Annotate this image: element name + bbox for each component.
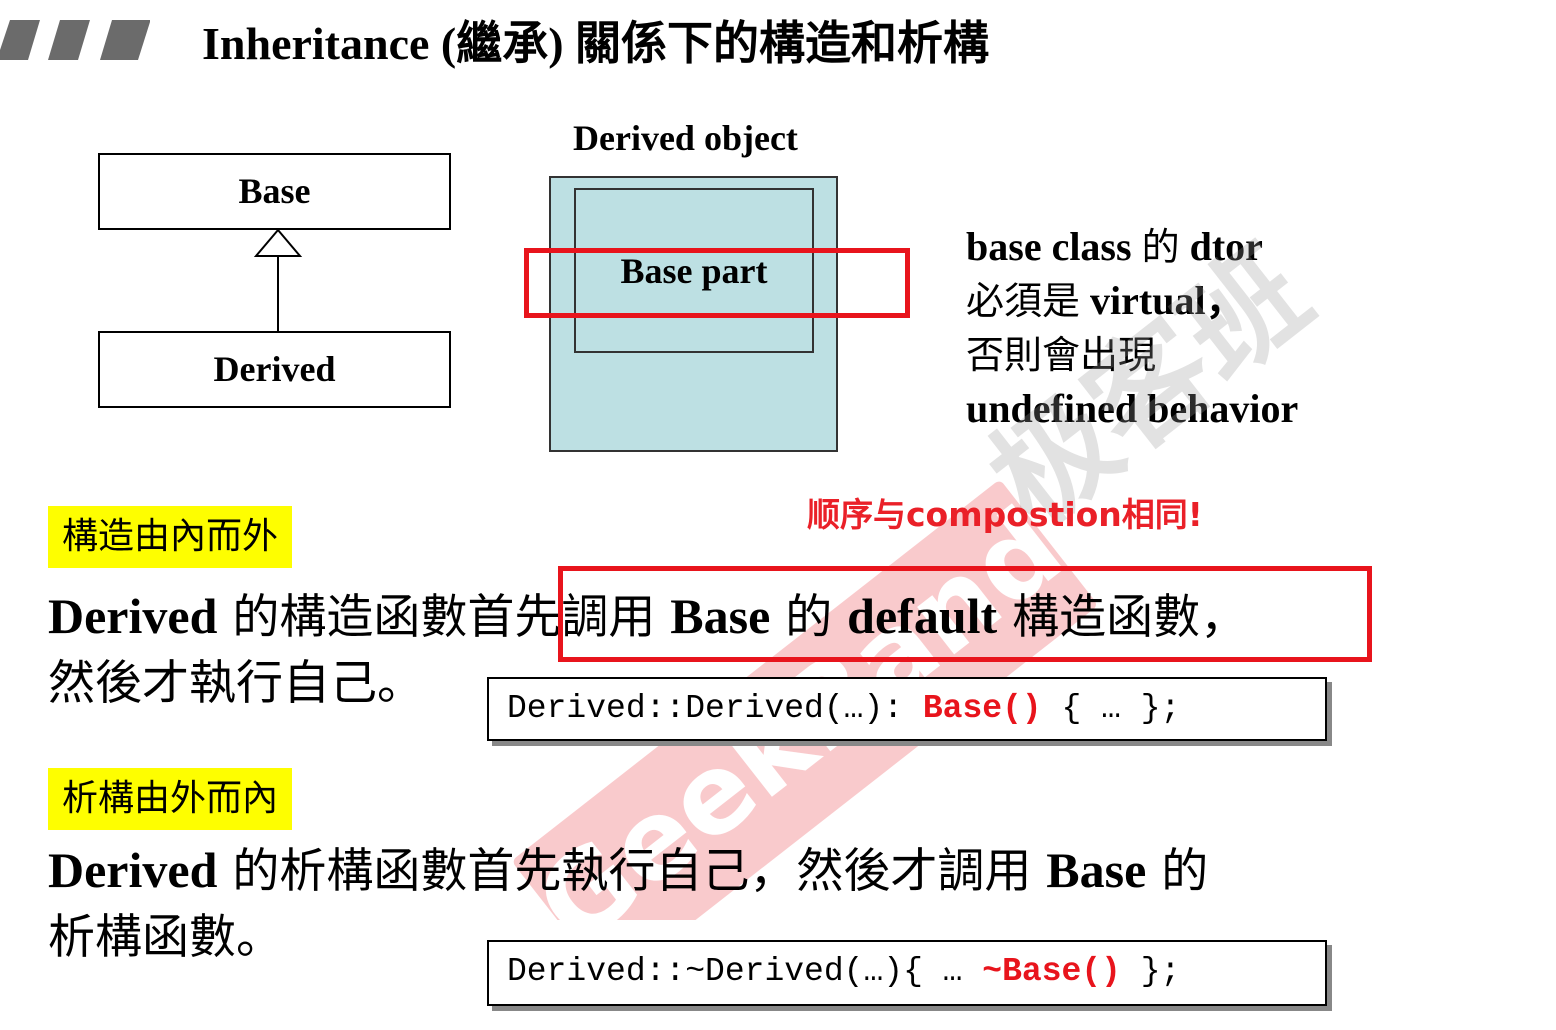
ctor-highlight (558, 566, 1372, 662)
code-text: Derived::~Derived(…){ … (507, 953, 983, 990)
note-text: virtual， (1080, 278, 1246, 323)
dtor-text: Base (1046, 842, 1147, 898)
code-text: { … }; (1041, 690, 1181, 727)
dtor-text: 的析構函數首先執行自己，然後才調用 (217, 844, 1047, 899)
note-text: 的 (1141, 225, 1180, 269)
ctor-text: Derived (48, 588, 218, 644)
code-text: Derived::Derived(…): (507, 690, 923, 727)
base-part-highlight (524, 248, 910, 318)
uml-derived-class: Derived (98, 331, 451, 408)
note-text: dtor (1179, 224, 1263, 269)
dtor-text: 的 (1146, 844, 1209, 899)
ctor-text: 然後才執行自己。 (48, 656, 424, 711)
page-title: Inheritance (繼承) 關係下的構造和析構 (202, 18, 990, 69)
code-base-call: ~Base() (982, 953, 1121, 990)
dtor-code-box: Derived::~Derived(…){ … ~Base() }; (487, 940, 1327, 1006)
note-text: 必須是 (966, 279, 1081, 323)
derived-object-label: Derived object (573, 118, 798, 158)
note-text: undefined behavior (966, 386, 1299, 431)
note-text: base class (966, 224, 1142, 269)
dtor-text: 析構函數。 (48, 910, 283, 965)
dtor-text: Derived (48, 842, 218, 898)
inheritance-arrow-icon (253, 228, 303, 332)
uml-base-class: Base (98, 153, 451, 230)
ctor-code-box: Derived::Derived(…): Base() { … }; (487, 677, 1327, 741)
ctor-order-tag: 構造由內而外 (48, 506, 293, 568)
code-base-call: Base() (922, 690, 1042, 727)
order-note: 顺序与compostion相同! (807, 495, 1203, 534)
header-stripes-icon (0, 20, 150, 60)
code-text: }; (1120, 953, 1181, 990)
note-text: 否則會出現 (966, 333, 1157, 377)
dtor-order-tag: 析構由外而內 (48, 768, 293, 830)
virtual-dtor-note: base class 的 dtor 必須是 virtual， 否則會出現 und… (966, 220, 1298, 435)
